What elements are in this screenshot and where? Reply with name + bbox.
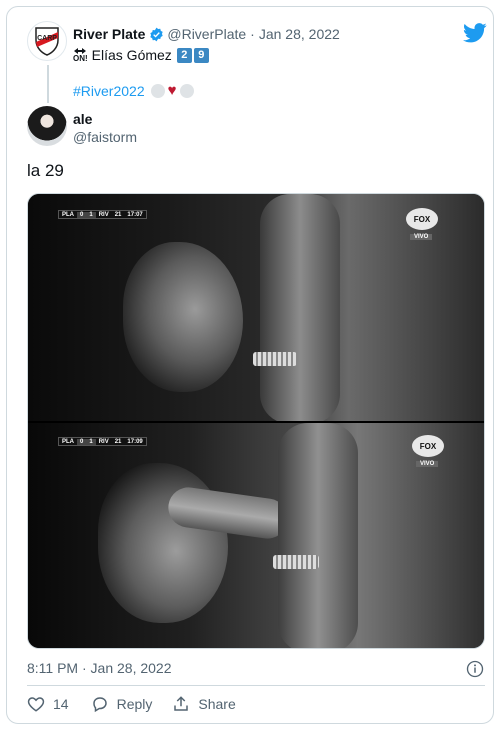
team1-label: PLA xyxy=(62,211,74,218)
clock-label: 17:09 xyxy=(127,438,143,445)
media-frame-bottom: PLA 0 1 RIV 21 17:09 FOX VIVO xyxy=(28,423,484,648)
like-count: 14 xyxy=(53,696,69,712)
footer-divider xyxy=(27,685,485,686)
keycap-digit-2: 2 xyxy=(176,47,192,63)
player-face-top xyxy=(123,242,243,392)
on-label: ON! xyxy=(73,54,88,63)
reply-button[interactable]: Reply xyxy=(91,695,153,713)
arm-top xyxy=(260,194,340,421)
live-badge: VIVO xyxy=(416,461,439,467)
author-handle[interactable]: @RiverPlate xyxy=(167,26,246,42)
white-circle-icon xyxy=(150,84,165,98)
tweet-date[interactable]: Jan 28, 2022 xyxy=(259,26,340,42)
river-plate-crest-icon: CARP xyxy=(35,27,59,56)
reply-author-handle[interactable]: @faistorm xyxy=(73,129,137,145)
info-icon[interactable] xyxy=(466,660,484,678)
svg-text:CARP: CARP xyxy=(37,35,57,42)
verified-badge-icon xyxy=(150,27,164,41)
wristwatch-bottom xyxy=(273,555,319,569)
player-name: Elías Gómez xyxy=(91,47,172,63)
minute-label: 21 xyxy=(114,438,122,445)
share-icon xyxy=(174,696,189,711)
arm-bottom xyxy=(278,423,358,648)
score1-label: 0 xyxy=(77,211,87,218)
live-badge: VIVO xyxy=(410,234,433,240)
thread-line xyxy=(47,65,49,103)
like-button[interactable]: 14 xyxy=(27,695,69,713)
tweet-body-line2: #River2022 ♥ xyxy=(73,83,197,99)
tweet-body-line1: ON! Elías Gómez 2 9 xyxy=(73,47,209,63)
heart-icon xyxy=(27,697,45,712)
tweet-timestamp[interactable]: 8:11 PM · Jan 28, 2022 xyxy=(27,660,172,676)
media-frame-top: PLA 0 1 RIV 21 17:07 FOX VIVO xyxy=(28,194,484,421)
reply-bubble-icon xyxy=(92,697,107,713)
share-label: Share xyxy=(198,696,236,712)
scorebug-top: PLA 0 1 RIV 21 17:07 xyxy=(58,210,147,219)
wristwatch-top xyxy=(253,352,297,366)
fox-logo: FOX xyxy=(412,435,444,457)
score2-label: 1 xyxy=(86,211,96,218)
author-name[interactable]: River Plate xyxy=(73,26,145,42)
red-heart-icon: ♥ xyxy=(167,82,177,99)
score2-label: 1 xyxy=(86,438,96,445)
share-button[interactable]: Share xyxy=(172,695,236,713)
team2-label: RIV xyxy=(98,211,109,218)
tweet-card[interactable]: CARP River Plate @RiverPlate · Jan 28, 2… xyxy=(6,6,494,724)
team2-label: RIV xyxy=(98,438,109,445)
ale-avatar[interactable] xyxy=(27,106,67,146)
clock-label: 17:07 xyxy=(127,211,143,218)
action-bar: 14 Reply Share xyxy=(27,695,256,713)
scorebug-bottom: PLA 0 1 RIV 21 17:09 xyxy=(58,437,147,446)
tweet-media-image[interactable]: PLA 0 1 RIV 21 17:07 FOX VIVO PLA 0 1 RI… xyxy=(27,193,485,649)
tweet-header: River Plate @RiverPlate · Jan 28, 2022 xyxy=(73,26,340,42)
team1-label: PLA xyxy=(62,438,74,445)
reply-author-name[interactable]: ale xyxy=(73,111,92,127)
header-separator: · xyxy=(250,26,255,42)
player-face-bottom xyxy=(98,463,228,623)
twitter-bird-icon[interactable] xyxy=(463,23,487,43)
reply-label: Reply xyxy=(116,696,153,712)
hashtag-link[interactable]: #River2022 xyxy=(73,83,145,99)
score1-label: 0 xyxy=(77,438,87,445)
white-circle-icon xyxy=(179,84,194,98)
minute-label: 21 xyxy=(114,211,122,218)
keycap-digit-9: 9 xyxy=(193,47,209,63)
reply-text: la 29 xyxy=(27,161,64,180)
river-plate-avatar[interactable]: CARP xyxy=(27,21,67,61)
fox-logo: FOX xyxy=(406,208,438,230)
on-arrow-icon: ON! xyxy=(73,48,88,63)
